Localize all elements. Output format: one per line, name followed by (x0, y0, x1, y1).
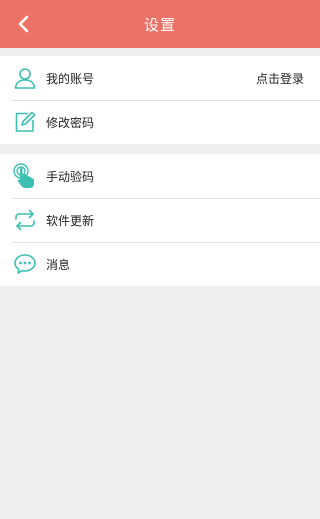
settings-item-label: 手动验码 (46, 169, 95, 184)
settings-group-account: 我的账号 点击登录 修改密码 (0, 56, 320, 144)
header-bar: 设置 (0, 0, 320, 48)
settings-item-manual-verify[interactable]: 手动验码 (0, 154, 320, 198)
settings-item-messages[interactable]: 消息 (0, 242, 320, 286)
login-link[interactable]: 点击登录 (256, 70, 304, 87)
user-icon (12, 65, 38, 91)
tap-hand-icon (12, 163, 38, 189)
chat-bubble-icon (12, 251, 38, 277)
settings-item-change-password[interactable]: 修改密码 (0, 100, 320, 144)
settings-item-label: 消息 (46, 257, 71, 272)
settings-item-label: 软件更新 (46, 213, 95, 228)
settings-item-label: 我的账号 (46, 71, 95, 86)
back-button[interactable] (6, 0, 42, 48)
settings-screen: 设置 我的账号 点击登录 修改密码 手动验码 软件更新 消息 (0, 0, 320, 519)
edit-icon (12, 109, 38, 135)
chevron-left-icon (18, 15, 29, 33)
settings-item-label: 修改密码 (46, 115, 95, 130)
page-title: 设置 (143, 15, 176, 34)
settings-item-software-update[interactable]: 软件更新 (0, 198, 320, 242)
settings-group-tools: 手动验码 软件更新 消息 (0, 154, 320, 286)
refresh-arrows-icon (12, 207, 38, 233)
settings-item-my-account[interactable]: 我的账号 点击登录 (0, 56, 320, 100)
